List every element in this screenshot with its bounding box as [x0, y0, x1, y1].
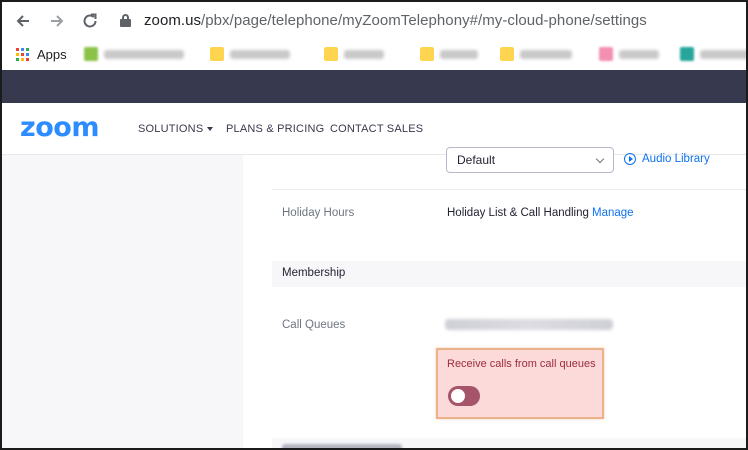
bookmark-item[interactable] [500, 46, 572, 62]
bookmark-item[interactable] [599, 46, 659, 62]
zoom-logo[interactable]: zoom [20, 112, 99, 143]
row-divider [272, 189, 746, 190]
membership-title: Membership [282, 267, 346, 279]
audio-library-label: Audio Library [642, 153, 710, 165]
nav-solutions[interactable]: SOLUTIONS [138, 123, 214, 135]
bookmark-item[interactable] [210, 46, 290, 62]
bookmarks-bar: Apps [2, 40, 746, 70]
arrow-right-icon [51, 15, 64, 27]
settings-sidebar [2, 155, 243, 448]
zoom-top-strip [2, 70, 746, 103]
reload-button[interactable] [79, 10, 101, 32]
call-queue-name-redacted [445, 319, 613, 330]
url-path: /pbx/page/telephone/myZoomTelephony#/my-… [201, 12, 647, 29]
receive-calls-label: Receive calls from call queues [447, 358, 596, 370]
chevron-down-icon [595, 154, 605, 164]
back-button[interactable] [12, 10, 34, 32]
nav-solutions-label: SOLUTIONS [138, 123, 204, 135]
bookmark-item[interactable] [324, 46, 384, 62]
ringtone-select[interactable]: Default [446, 147, 614, 173]
holiday-hours-label: Holiday Hours [282, 207, 355, 219]
bookmark-item[interactable] [420, 46, 478, 62]
apps-shortcut[interactable]: Apps [16, 47, 67, 62]
manage-link[interactable]: Manage [592, 207, 634, 219]
call-queues-label: Call Queues [282, 319, 346, 331]
audio-library-link[interactable]: Audio Library [624, 153, 710, 165]
toggle-knob [451, 389, 465, 403]
lock-icon [120, 14, 131, 27]
url-field[interactable]: zoom.us/pbx/page/telephone/myZoomTelepho… [144, 12, 647, 29]
browser-window: zoom.us/pbx/page/telephone/myZoomTelepho… [0, 0, 748, 450]
ringtone-select-value: Default [457, 153, 496, 167]
reload-icon [83, 13, 97, 28]
receive-calls-highlight: Receive calls from call queues [436, 348, 604, 419]
zoom-navbar: zoom SOLUTIONS PLANS & PRICING CONTACT S… [2, 103, 746, 155]
play-circle-icon [624, 153, 636, 165]
next-section-title-redacted [282, 444, 402, 448]
bookmark-item[interactable] [680, 46, 746, 62]
url-host: zoom.us [144, 12, 202, 29]
apps-grid-icon [16, 48, 29, 61]
holiday-hours-value: Holiday List & Call Handling [447, 207, 589, 219]
nav-plans-pricing[interactable]: PLANS & PRICING [226, 123, 324, 135]
address-bar-row: zoom.us/pbx/page/telephone/myZoomTelepho… [2, 2, 746, 40]
apps-label: Apps [37, 47, 67, 62]
nav-contact-sales[interactable]: CONTACT SALES [330, 123, 423, 135]
caret-down-icon [207, 127, 214, 132]
forward-button[interactable] [46, 10, 68, 32]
bookmark-item[interactable] [84, 46, 184, 62]
receive-calls-toggle[interactable] [448, 386, 480, 406]
arrow-left-icon [16, 15, 29, 27]
